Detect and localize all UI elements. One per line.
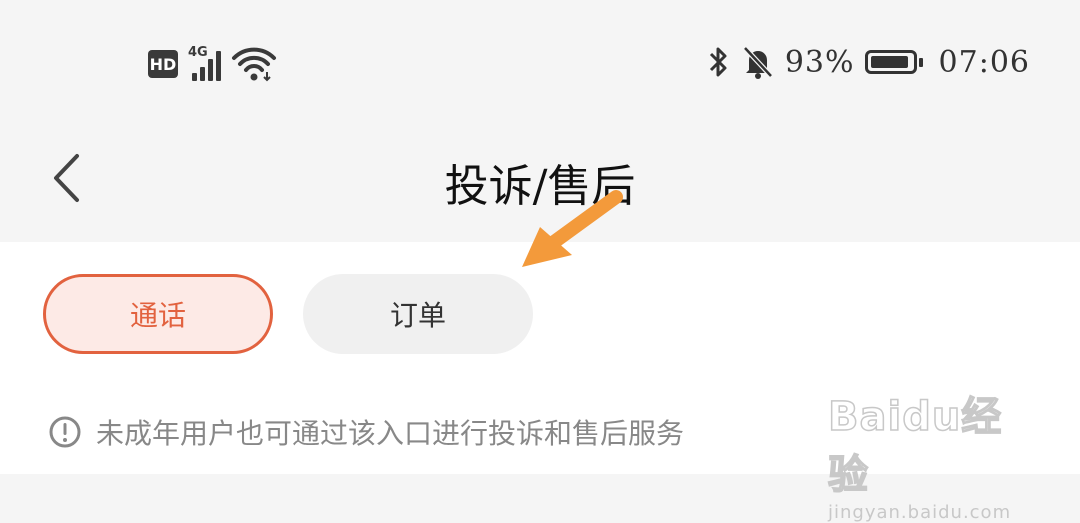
tab-order[interactable]: 订单 <box>303 274 533 354</box>
battery-icon <box>864 50 923 74</box>
tab-call-label: 通话 <box>129 299 186 332</box>
watermark-url: jingyan.baidu.com <box>828 502 1012 523</box>
watermark: Baidu经验 jingyan.baidu.com <box>827 384 1028 523</box>
annotation-arrow-icon <box>522 190 623 267</box>
status-bar: HD 4G 93% 07:06 <box>0 0 1080 130</box>
battery-fill <box>870 56 908 68</box>
watermark-logo: Baidu经验 <box>827 393 1003 499</box>
status-left: HD 4G <box>148 45 277 82</box>
status-right: 93% 07:06 <box>707 44 1030 80</box>
bell-off-icon <box>743 46 773 79</box>
wifi-icon <box>232 47 276 82</box>
network-type-label: 4G <box>188 45 208 60</box>
notice: 未成年用户也可通过该入口进行投诉和售后服务 <box>48 412 684 452</box>
status-time: 07:06 <box>938 44 1030 80</box>
hd-badge: HD <box>148 50 178 78</box>
cellular-signal-icon: 4G <box>188 45 221 81</box>
info-circle-icon <box>49 416 81 448</box>
tab-call[interactable]: 通话 <box>43 274 273 354</box>
tab-order-label: 订单 <box>389 299 446 332</box>
battery-percent: 93% <box>784 44 855 80</box>
notice-text: 未成年用户也可通过该入口进行投诉和售后服务 <box>96 417 685 450</box>
bluetooth-icon <box>709 47 727 77</box>
